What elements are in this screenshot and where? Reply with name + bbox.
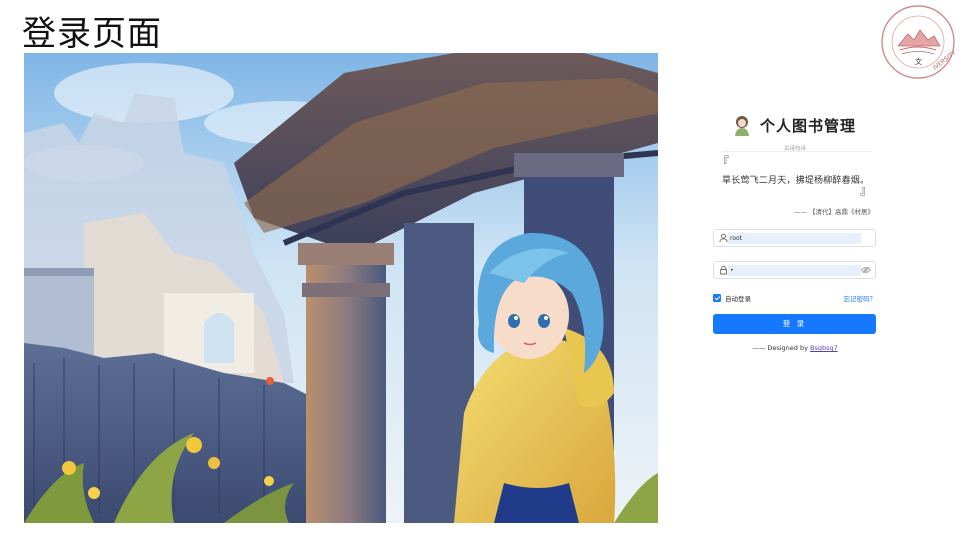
auto-login-checkbox[interactable] — [713, 294, 721, 302]
quote-open-mark: 『 — [717, 155, 730, 169]
lock-icon — [719, 265, 728, 275]
author-link[interactable]: Bsgbsg7 — [810, 344, 838, 352]
username-input[interactable]: root — [713, 229, 876, 247]
password-input[interactable]: • — [713, 261, 876, 279]
autofill-highlight — [728, 265, 861, 276]
svg-text:文: 文 — [915, 57, 922, 66]
username-value: root — [730, 235, 743, 242]
user-icon — [719, 233, 728, 243]
poem-quote: 草长莺飞二月天，拂堤杨柳醉春烟。 — [722, 176, 870, 186]
poem-source: —— 【清代】高鼎《村居》 — [793, 208, 874, 216]
university-seal-logo: IVERSITY 文 — [881, 5, 958, 79]
eye-icon[interactable] — [861, 266, 871, 274]
login-panel: 个人图书管理 古诗句诗 『 草长莺飞二月天，拂堤杨柳醉春烟。 』 —— 【清代】… — [700, 108, 890, 368]
app-title: 个人图书管理 — [760, 116, 857, 135]
page-title: 登录页面 — [22, 14, 162, 54]
anime-avatar-icon — [735, 116, 749, 136]
credit-prefix: —— Designed by — [752, 344, 810, 352]
auto-login-option: 自动登录 — [713, 293, 751, 303]
autofill-highlight — [728, 233, 861, 244]
forgot-password-link[interactable]: 忘记密码？ — [844, 293, 877, 303]
auto-login-label[interactable]: 自动登录 — [725, 293, 751, 303]
login-button[interactable]: 登 录 — [713, 314, 876, 334]
divider — [722, 151, 872, 152]
app-brand: 个人图书管理 — [732, 114, 856, 136]
quote-close-mark: 』 — [860, 183, 873, 197]
anime-girl-illustration — [24, 53, 658, 523]
designer-credit: —— Designed by Bsgbsg7 — [700, 344, 890, 352]
password-value: • — [730, 267, 734, 274]
